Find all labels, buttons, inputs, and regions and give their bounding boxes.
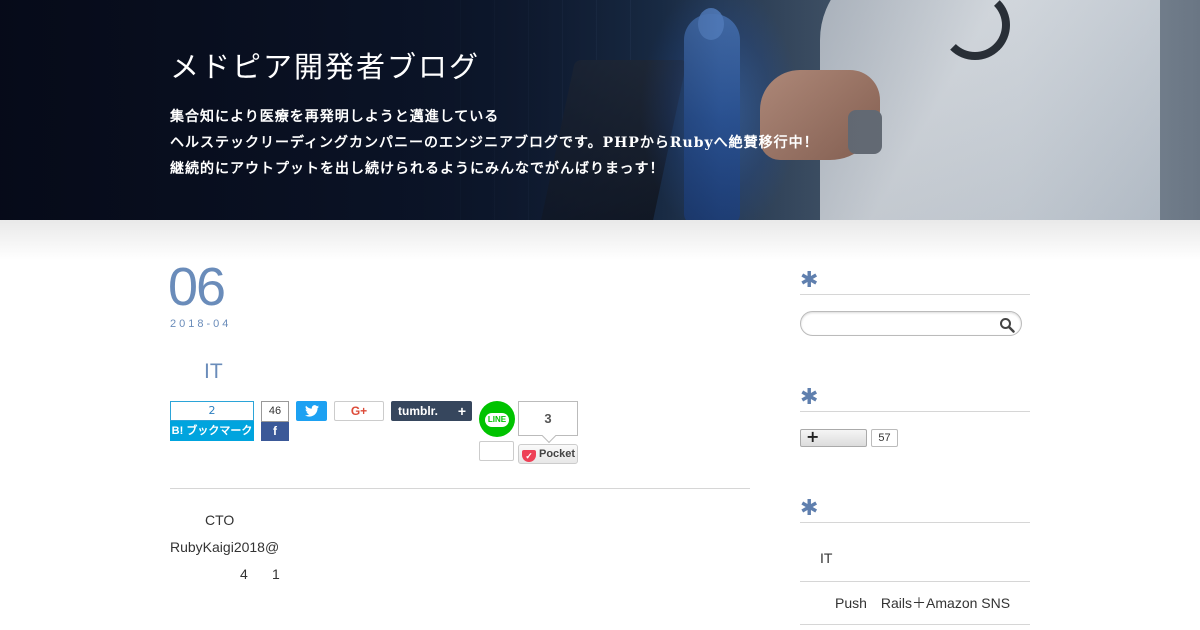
hatena-bookmark-count[interactable]: 2	[170, 401, 254, 421]
site-header: メドピア開発者ブログ 集合知により医療を再発明しようと邁進している ヘルステック…	[0, 0, 1200, 220]
sidebar-heading-icon: ✱	[800, 496, 819, 521]
sidebar-rule	[800, 522, 1030, 523]
google-plus-share-button[interactable]: G+	[334, 401, 384, 421]
facebook-share-count[interactable]: 46	[261, 401, 289, 422]
plus-icon: +	[457, 403, 466, 419]
site-description-line: 継続的にアウトプットを出し続けられるようにみんなでがんばりまっす！	[170, 161, 665, 177]
line-icon: LINE	[484, 412, 510, 427]
facebook-share-button[interactable]: 46 f	[261, 401, 289, 441]
sidebar-rule	[800, 624, 1030, 625]
post-date-day: 06	[168, 257, 226, 317]
hatena-bookmark-button[interactable]: 2 B! ブックマーク	[170, 401, 254, 441]
pocket-icon: ✓	[522, 450, 536, 462]
recent-post-link[interactable]: Push Rails＋Amazon SNS	[835, 593, 1010, 613]
article-body-fragment: 4	[240, 566, 248, 582]
plus-icon: +	[806, 427, 820, 446]
recent-post-link[interactable]: IT	[820, 550, 832, 566]
follow-button[interactable]: +	[800, 427, 867, 447]
sidebar-search-box[interactable]	[800, 311, 1022, 336]
post-date-year-month: 2018-04	[170, 318, 232, 330]
article-divider	[170, 488, 750, 489]
header-bottom-band	[0, 220, 1200, 260]
hatena-bookmark-label[interactable]: B! ブックマーク	[170, 421, 254, 441]
twitter-bird-icon	[304, 405, 319, 417]
follow-count: 57	[871, 429, 898, 447]
site-description: 集合知により医療を再発明しようと邁進している ヘルステックリーディングカンパニー…	[170, 104, 890, 182]
post-title-link[interactable]: IT	[204, 360, 223, 384]
line-share-count: 3	[518, 401, 578, 436]
search-input[interactable]	[811, 312, 1001, 334]
article-body-fragment: 1	[272, 566, 280, 582]
sidebar-rule	[800, 411, 1030, 412]
search-icon[interactable]	[999, 317, 1015, 333]
site-description-line: ヘルステックリーディングカンパニーのエンジニアブログです。PHPからRubyへ絶…	[170, 135, 819, 151]
line-like-button[interactable]	[479, 441, 514, 461]
article-body-line: RubyKaigi2018@	[170, 539, 280, 555]
facebook-icon[interactable]: f	[261, 422, 289, 441]
pocket-label: Pocket	[539, 448, 576, 460]
line-share-button[interactable]: LINE	[479, 401, 515, 437]
article-body-line: CTO	[205, 512, 235, 528]
sidebar-rule	[800, 294, 1030, 295]
site-title-link[interactable]: メドピア開発者ブログ	[170, 44, 480, 86]
pocket-save-button[interactable]: ✓ Pocket	[518, 444, 578, 464]
sidebar-heading-icon: ✱	[800, 268, 819, 293]
twitter-share-button[interactable]	[296, 401, 327, 421]
tumblr-label: tumblr.	[398, 404, 439, 418]
tumblr-share-button[interactable]: tumblr. +	[391, 401, 472, 421]
sidebar-rule	[800, 581, 1030, 582]
site-description-line: 集合知により医療を再発明しようと邁進している	[170, 109, 500, 125]
sidebar-heading-icon: ✱	[800, 385, 819, 410]
